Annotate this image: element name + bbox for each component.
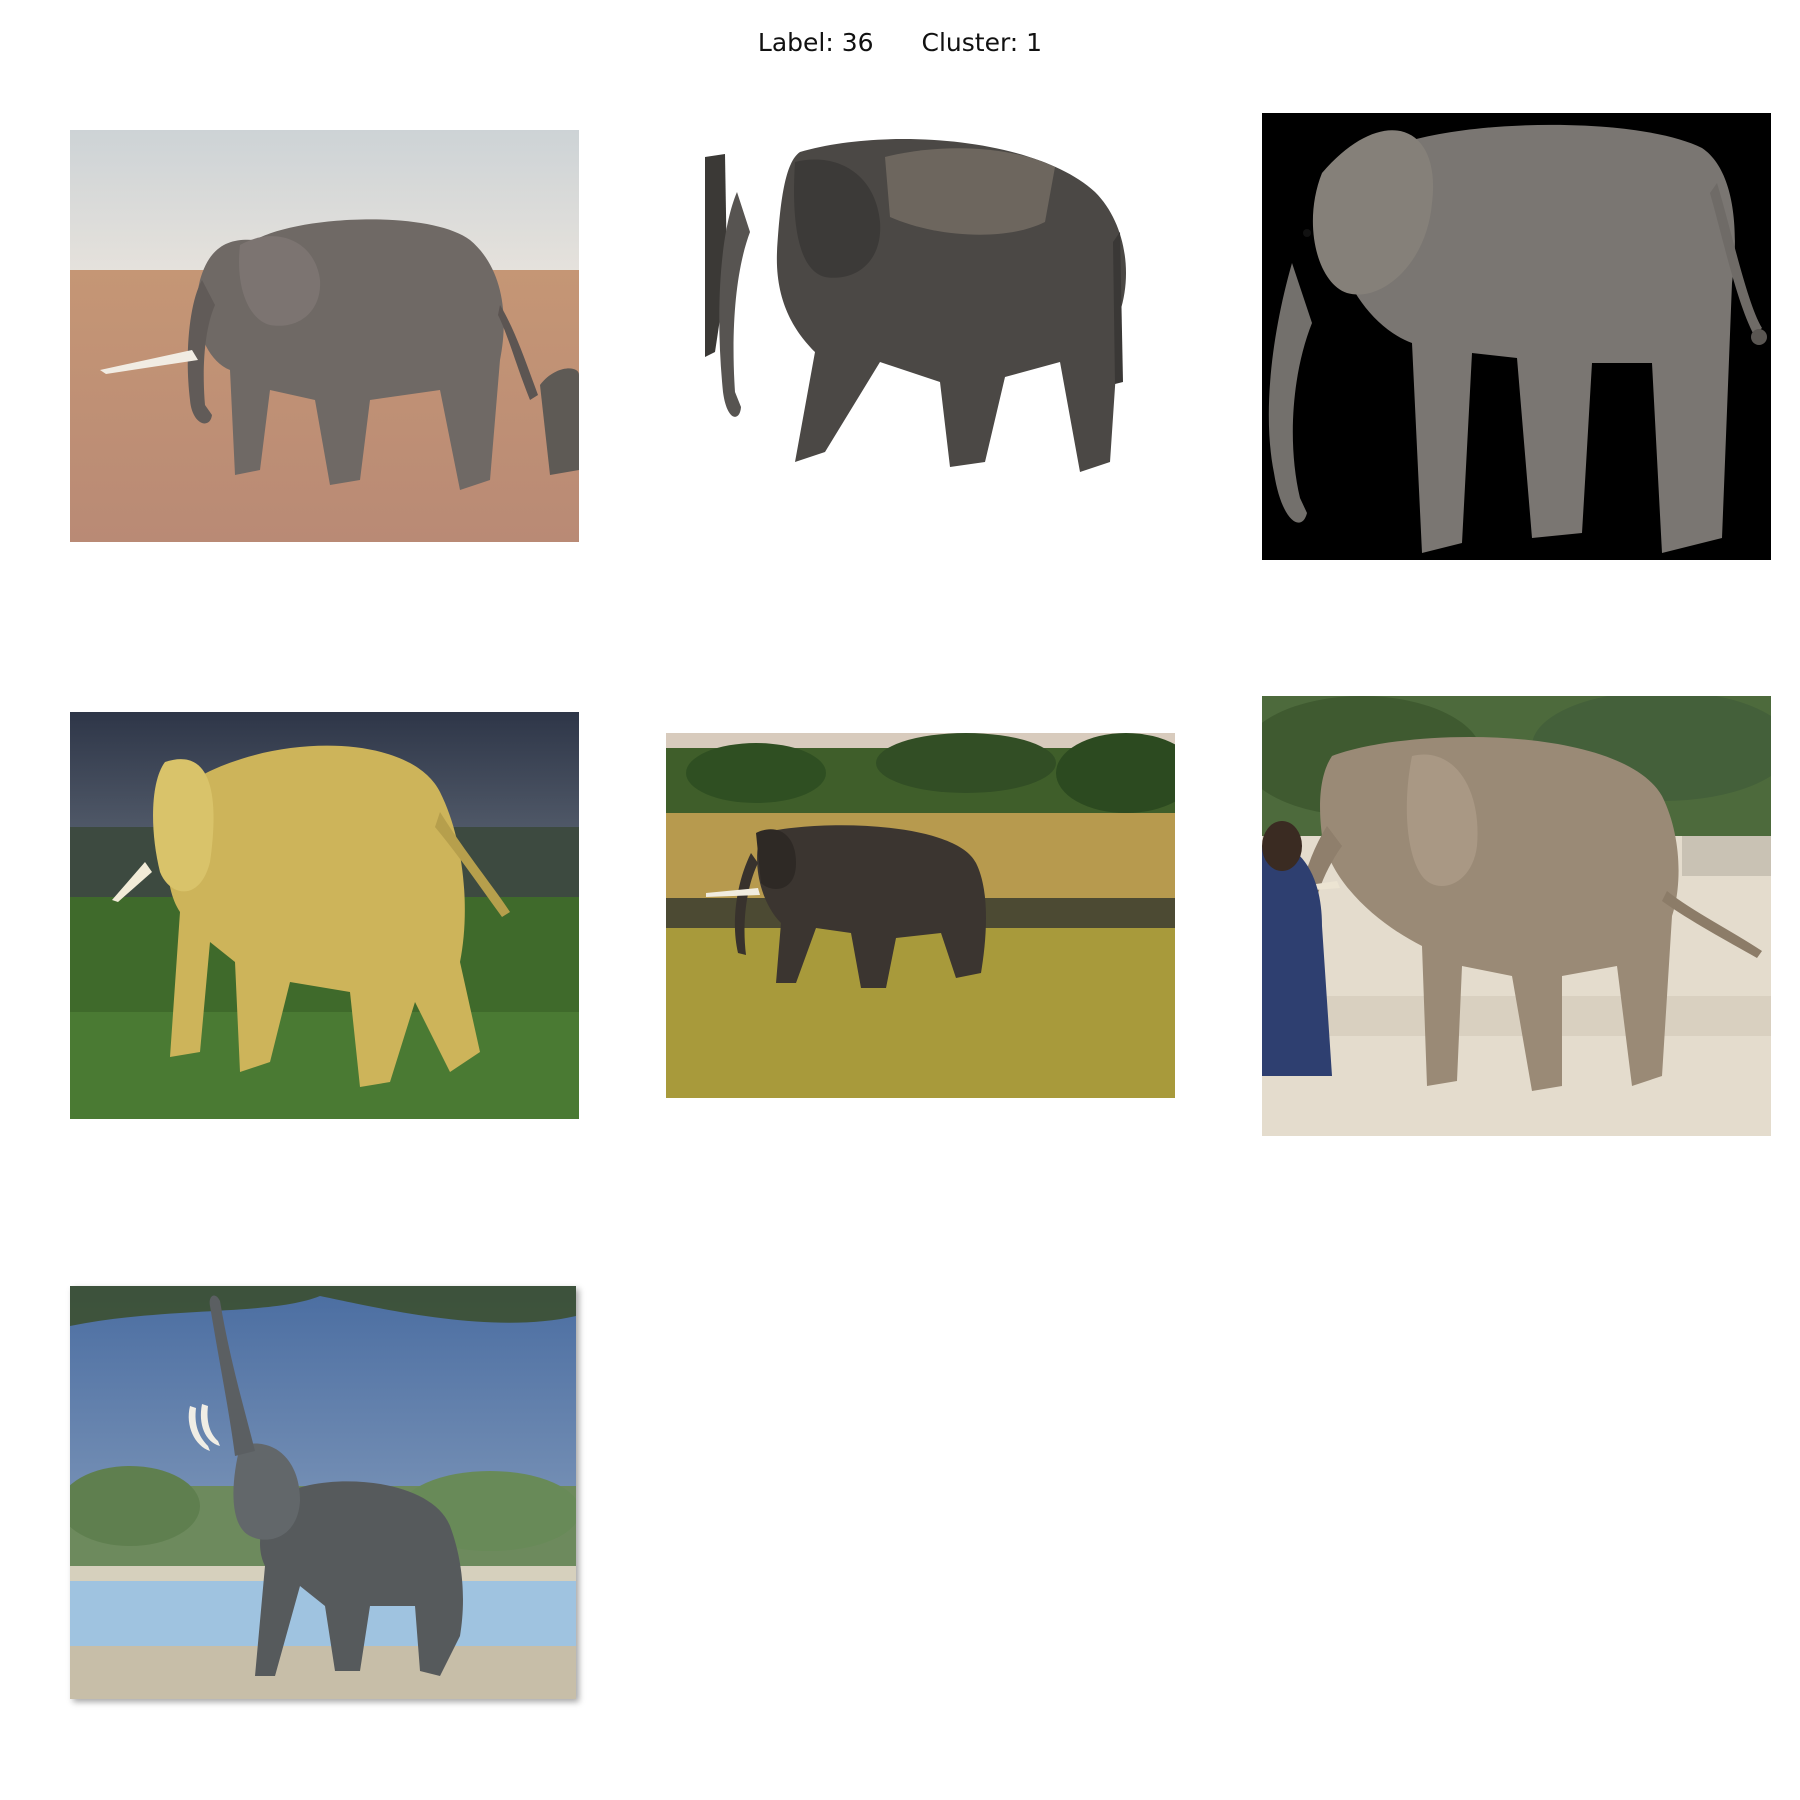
- image-panel-5: [666, 733, 1175, 1098]
- image-panel-7: [70, 1286, 576, 1699]
- image-panel-6: [1262, 696, 1771, 1136]
- elephant-golden-image: [70, 712, 579, 1119]
- image-panel-3: [1262, 113, 1771, 560]
- image-panel-4: [70, 712, 579, 1119]
- image-panel-1: [70, 130, 579, 542]
- elephant-river-image: [70, 1286, 576, 1699]
- label-text: Label: 36: [757, 28, 874, 57]
- figure-title: Label: 36 Cluster: 1: [0, 28, 1800, 57]
- elephant-render-image: [1262, 113, 1771, 560]
- elephant-cutout-image: [705, 132, 1137, 502]
- cluster-text: Cluster: 1: [921, 28, 1043, 57]
- image-panel-2: [705, 132, 1137, 502]
- elephant-zoo-image: [1262, 696, 1771, 1136]
- elephant-grassland-image: [666, 733, 1175, 1098]
- elephant-savanna-image: [70, 130, 579, 542]
